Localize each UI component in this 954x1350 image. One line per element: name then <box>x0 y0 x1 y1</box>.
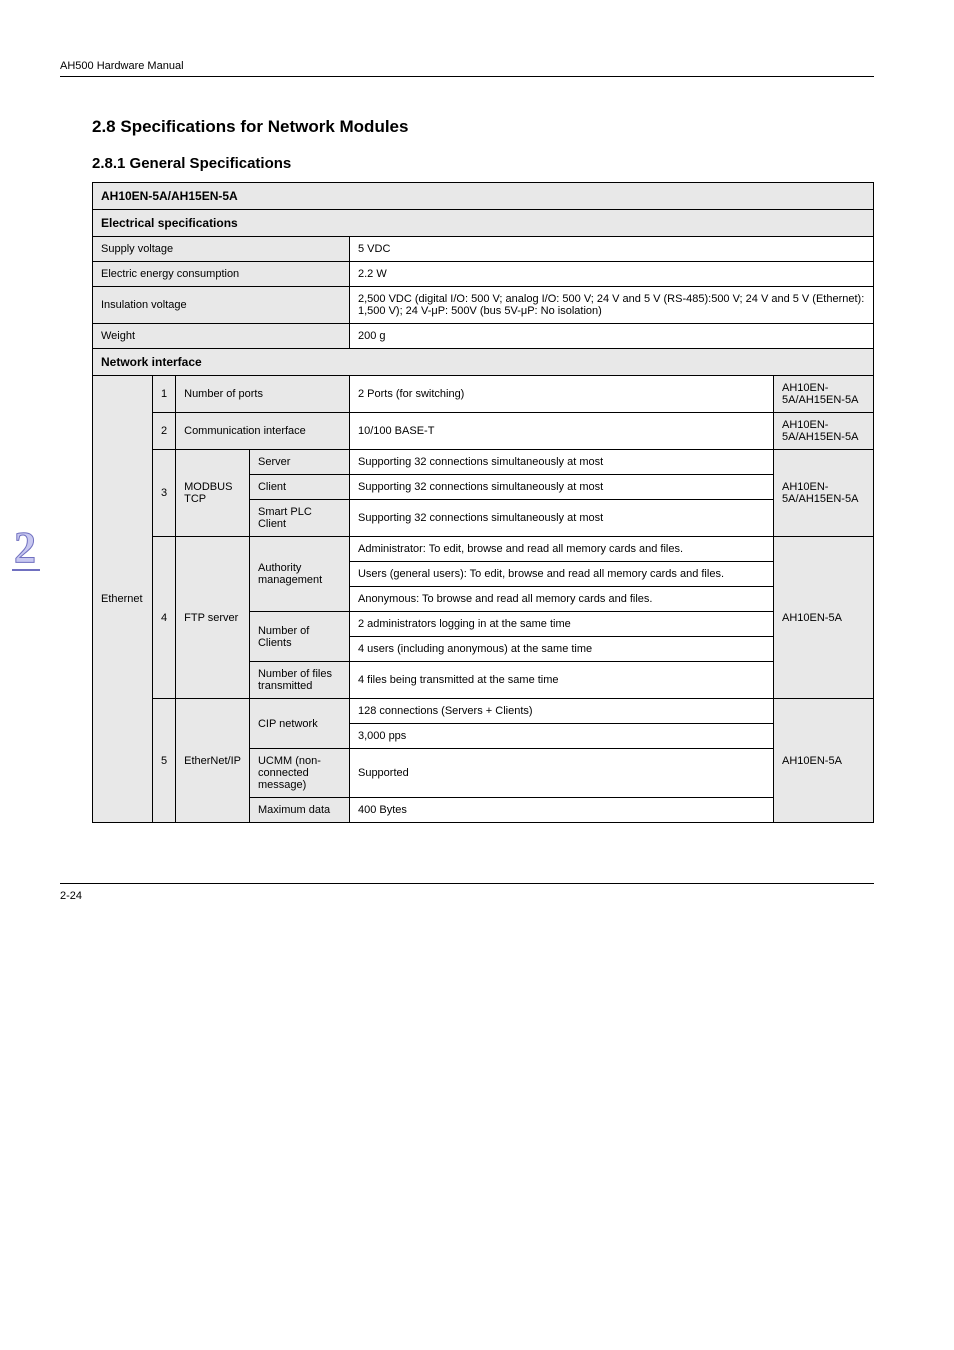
table-row: Supply voltage 5 VDC <box>93 237 874 262</box>
row-label: MODBUS TCP <box>176 450 250 537</box>
row-idx: 4 <box>153 537 176 699</box>
header-left: AH500 Hardware Manual <box>60 60 184 72</box>
spec-table: AH10EN-5A/AH15EN-5A Electrical specifica… <box>92 182 874 823</box>
page-header: AH500 Hardware Manual <box>60 60 874 77</box>
row-sublabel: Authority management <box>249 537 349 612</box>
table-row: 2 Communication interface 10/100 BASE-T … <box>93 413 874 450</box>
row-value: 2 administrators logging in at the same … <box>349 612 773 637</box>
row-model: AH10EN-5A <box>774 537 874 699</box>
ethernet-col: Ethernet <box>93 376 153 823</box>
row-value: 2 Ports (for switching) <box>349 376 773 413</box>
row-value: Supported <box>349 749 773 798</box>
spec-label: Electric energy consumption <box>93 262 350 287</box>
svg-text:2: 2 <box>14 523 36 572</box>
netif-title: Network interface <box>93 349 874 376</box>
spec-label: Weight <box>93 324 350 349</box>
row-value: 3,000 pps <box>349 724 773 749</box>
row-value: 10/100 BASE-T <box>349 413 773 450</box>
row-sublabel: Server <box>249 450 349 475</box>
row-idx: 2 <box>153 413 176 450</box>
chapter-badge-icon: 2 <box>10 522 48 572</box>
spec-value: 200 g <box>349 324 873 349</box>
table-title-1: AH10EN-5A/AH15EN-5A <box>93 183 874 210</box>
row-value: Supporting 32 connections simultaneously… <box>349 475 773 500</box>
row-model: AH10EN-5A/AH15EN-5A <box>774 376 874 413</box>
table-row: 5 EtherNet/IP CIP network 128 connection… <box>93 699 874 724</box>
row-label: Number of ports <box>176 376 350 413</box>
row-idx: 3 <box>153 450 176 537</box>
table-row: 4 FTP server Authority management Admini… <box>93 537 874 562</box>
spec-label: Supply voltage <box>93 237 350 262</box>
row-value: Supporting 32 connections simultaneously… <box>349 450 773 475</box>
row-value: 400 Bytes <box>349 798 773 823</box>
row-value: Users (general users): To edit, browse a… <box>349 562 773 587</box>
row-model: AH10EN-5A/AH15EN-5A <box>774 413 874 450</box>
spec-value: 5 VDC <box>349 237 873 262</box>
row-value: 4 files being transmitted at the same ti… <box>349 662 773 699</box>
page-number: 2-24 <box>60 890 82 902</box>
table-row: Weight 200 g <box>93 324 874 349</box>
row-label: FTP server <box>176 537 250 699</box>
row-idx: 5 <box>153 699 176 823</box>
page-footer: 2-24 <box>60 883 874 902</box>
row-value: Anonymous: To browse and read all memory… <box>349 587 773 612</box>
row-sublabel: Number of files transmitted <box>249 662 349 699</box>
table-row: Electric energy consumption 2.2 W <box>93 262 874 287</box>
row-sublabel: CIP network <box>249 699 349 749</box>
spec-table-wrap: 2 AH10EN-5A/AH15EN-5A Electrical specifi… <box>60 182 874 823</box>
row-sublabel: Smart PLC Client <box>249 500 349 537</box>
row-value: 4 users (including anonymous) at the sam… <box>349 637 773 662</box>
table-row: Ethernet 1 Number of ports 2 Ports (for … <box>93 376 874 413</box>
row-model: AH10EN-5A <box>774 699 874 823</box>
spec-value: 2,500 VDC (digital I/O: 500 V; analog I/… <box>349 287 873 324</box>
row-sublabel: UCMM (non-connected message) <box>249 749 349 798</box>
table-row: Insulation voltage 2,500 VDC (digital I/… <box>93 287 874 324</box>
row-value: Administrator: To edit, browse and read … <box>349 537 773 562</box>
table-row: 3 MODBUS TCP Server Supporting 32 connec… <box>93 450 874 475</box>
row-sublabel: Maximum data <box>249 798 349 823</box>
row-label: EtherNet/IP <box>176 699 250 823</box>
row-value: Supporting 32 connections simultaneously… <box>349 500 773 537</box>
spec-label: Insulation voltage <box>93 287 350 324</box>
row-idx: 1 <box>153 376 176 413</box>
row-label: Communication interface <box>176 413 350 450</box>
row-sublabel: Number of Clients <box>249 612 349 662</box>
row-model: AH10EN-5A/AH15EN-5A <box>774 450 874 537</box>
row-sublabel: Client <box>249 475 349 500</box>
section-title: 2.8 Specifications for Network Modules <box>92 117 874 137</box>
subsection-title: 2.8.1 General Specifications <box>92 155 874 172</box>
row-value: 128 connections (Servers + Clients) <box>349 699 773 724</box>
spec-value: 2.2 W <box>349 262 873 287</box>
table-title-2: Electrical specifications <box>93 210 874 237</box>
